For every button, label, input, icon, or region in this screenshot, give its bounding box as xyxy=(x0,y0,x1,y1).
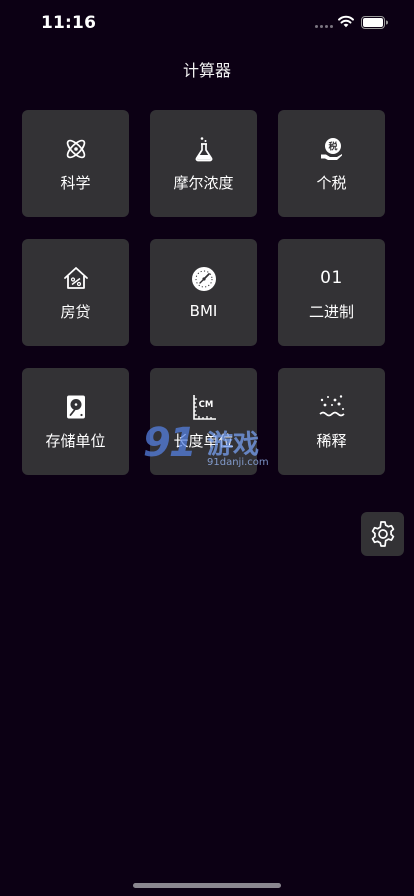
battery-icon xyxy=(361,16,388,29)
status-time: 11:16 xyxy=(41,13,97,33)
binary-glyph: 01 xyxy=(320,267,343,288)
wifi-icon xyxy=(338,15,354,28)
tile-label: 摩尔浓度 xyxy=(173,173,234,192)
tile-storage-units[interactable]: 存储单位 xyxy=(22,368,129,475)
dilution-dots-icon xyxy=(318,393,346,421)
tile-income-tax[interactable]: 税 个税 xyxy=(278,110,385,217)
tile-label: 稀释 xyxy=(316,431,347,450)
tile-label: 存储单位 xyxy=(45,431,106,450)
tile-dilution[interactable]: 稀释 xyxy=(278,368,385,475)
binary-icon: 01 xyxy=(318,264,346,292)
calculator-home-screen: 11:16 计算器 科学 摩尔浓度 税 个税 房贷 BMI 01 二进制 存储单… xyxy=(0,0,414,896)
tile-molarity[interactable]: 摩尔浓度 xyxy=(150,110,257,217)
cm-glyph: CM xyxy=(198,400,213,410)
atom-icon xyxy=(62,135,90,163)
tile-binary[interactable]: 01 二进制 xyxy=(278,239,385,346)
tile-label: 个税 xyxy=(316,173,347,192)
tile-mortgage[interactable]: 房贷 xyxy=(22,239,129,346)
tile-length-units[interactable]: CM 长度单位 xyxy=(150,368,257,475)
tile-science[interactable]: 科学 xyxy=(22,110,129,217)
tile-label: 房贷 xyxy=(60,302,91,321)
house-percent-icon xyxy=(62,264,90,292)
tax-hand-icon: 税 xyxy=(318,135,346,163)
home-indicator xyxy=(133,883,281,888)
tax-glyph: 税 xyxy=(328,140,337,152)
hard-drive-icon xyxy=(62,393,90,421)
ruler-cm-icon: CM xyxy=(190,393,218,421)
status-bar: 11:16 xyxy=(0,0,414,48)
calculator-grid: 科学 摩尔浓度 税 个税 房贷 BMI 01 二进制 存储单位 CM 长度单位 … xyxy=(22,110,385,475)
page-title: 计算器 xyxy=(182,61,231,80)
flask-icon xyxy=(190,135,218,163)
tile-bmi[interactable]: BMI xyxy=(150,239,257,346)
settings-button[interactable] xyxy=(361,512,404,556)
signal-dots-icon xyxy=(315,25,333,28)
scale-dial-icon xyxy=(190,265,218,293)
gear-icon xyxy=(371,521,394,547)
tile-label: BMI xyxy=(189,302,218,320)
tile-label: 二进制 xyxy=(308,302,354,321)
tile-label: 科学 xyxy=(60,173,91,192)
tile-label: 长度单位 xyxy=(173,431,234,450)
